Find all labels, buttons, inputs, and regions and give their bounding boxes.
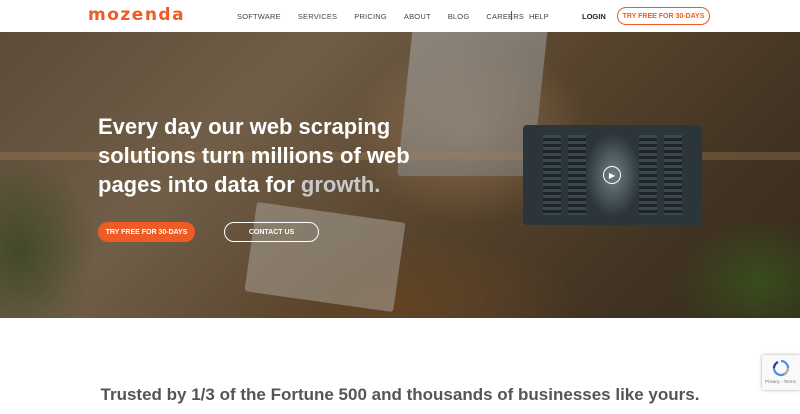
- play-icon[interactable]: ▶: [603, 166, 621, 184]
- menu-about[interactable]: ABOUT: [404, 12, 431, 21]
- menu-careers[interactable]: CAREERS: [486, 12, 524, 21]
- top-navigation: mozenda SOFTWARE SERVICES PRICING ABOUT …: [0, 0, 800, 32]
- server-rack-graphic: [543, 135, 561, 215]
- contact-us-button[interactable]: CONTACT US: [224, 222, 319, 242]
- menu-help[interactable]: HELP: [529, 12, 549, 21]
- server-rack-graphic: [639, 135, 657, 215]
- recaptcha-terms[interactable]: Privacy - Terms: [765, 379, 796, 384]
- video-thumbnail[interactable]: ▶: [523, 125, 702, 225]
- recaptcha-badge[interactable]: Privacy - Terms: [762, 355, 800, 390]
- headline-accent: growth.: [300, 172, 381, 197]
- menu-pricing[interactable]: PRICING: [354, 12, 387, 21]
- hero-headline: Every day our web scraping solutions tur…: [98, 112, 438, 199]
- mozenda-logo[interactable]: mozenda: [88, 5, 185, 25]
- menu-software[interactable]: SOFTWARE: [237, 12, 281, 21]
- menu-blog[interactable]: BLOG: [448, 12, 470, 21]
- server-rack-graphic: [568, 135, 586, 215]
- nav-try-free-button[interactable]: TRY FREE FOR 30-DAYS: [617, 7, 710, 25]
- menu-separator: [511, 11, 512, 20]
- hero-try-free-button[interactable]: TRY FREE FOR 30-DAYS: [98, 222, 195, 242]
- login-link[interactable]: LOGIN: [582, 12, 606, 21]
- server-rack-graphic: [664, 135, 682, 215]
- menu-services[interactable]: SERVICES: [298, 12, 337, 21]
- hero-section: Every day our web scraping solutions tur…: [0, 32, 800, 318]
- main-menu: SOFTWARE SERVICES PRICING ABOUT BLOG CAR…: [237, 0, 541, 32]
- trusted-by-tagline: Trusted by 1/3 of the Fortune 500 and th…: [100, 385, 700, 404]
- recaptcha-icon: [772, 359, 790, 377]
